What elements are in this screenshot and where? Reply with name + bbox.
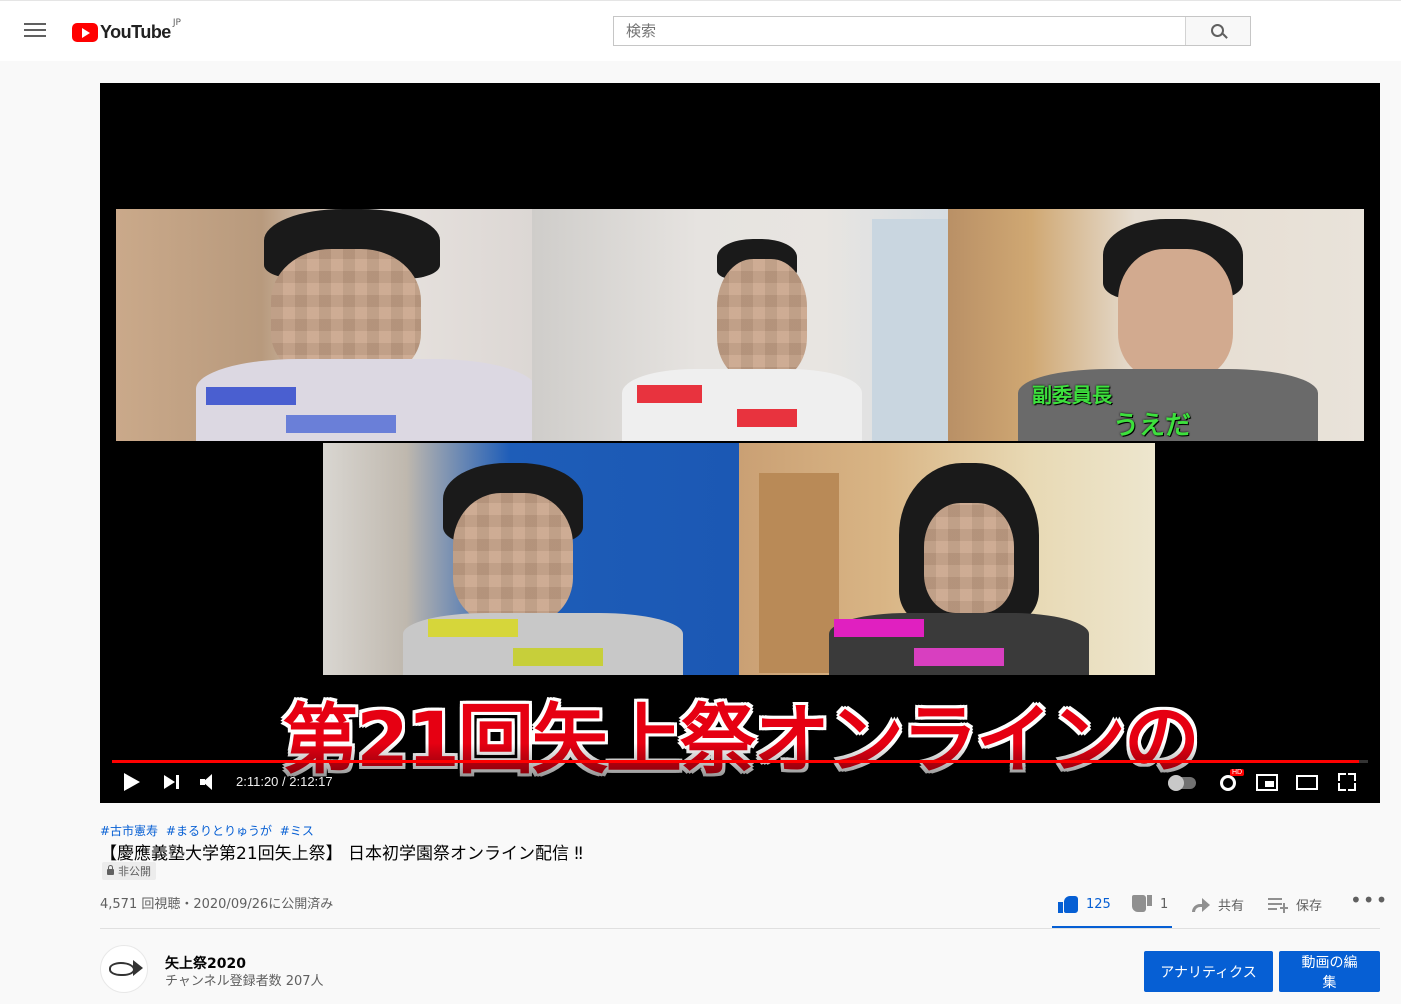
hashtag-link[interactable]: #古市憲寿: [100, 824, 158, 838]
like-count: 125: [1086, 896, 1111, 912]
share-label: 共有: [1218, 898, 1245, 914]
search-box: [613, 16, 1251, 46]
time-display: 2:11:20 / 2:12:17: [236, 774, 333, 789]
video-tile-5: [739, 443, 1155, 675]
privacy-badge: 非公開: [102, 862, 156, 880]
video-player[interactable]: 副委員長 うえだ 第21回矢上祭オンラインの 2:11:20 / 2:12:17…: [100, 83, 1380, 803]
video-meta: 4,571 回視聴・2020/09/26に公開済み: [100, 897, 334, 912]
youtube-logo[interactable]: YouTube JP: [72, 18, 181, 43]
share-icon: [1190, 896, 1210, 912]
hashtag-link[interactable]: #ミス: [280, 824, 314, 838]
gear-icon: [1220, 775, 1236, 791]
video-title: 【慶應義塾大学第21回矢上祭】 日本初学園祭オンライン配信 ‼: [100, 844, 583, 864]
edit-video-button[interactable]: 動画の編集: [1279, 951, 1380, 992]
dislike-button[interactable]: 1: [1132, 892, 1168, 916]
logo-text: YouTube: [100, 21, 171, 42]
video-tile-3: 副委員長 うえだ: [948, 209, 1364, 441]
more-actions-button[interactable]: •••: [1350, 888, 1388, 912]
search-input[interactable]: [614, 17, 1188, 45]
masthead: YouTube JP: [0, 0, 1401, 61]
video-tile-4: [323, 443, 739, 675]
youtube-play-icon: [72, 22, 98, 42]
pixelated-face: [924, 503, 1014, 613]
controls-bar: [100, 743, 1380, 803]
hashtags: #古市憲寿 #まるりとりゅうが #ミス: [100, 822, 318, 839]
playlist-add-icon: [1268, 897, 1288, 913]
search-button[interactable]: [1185, 17, 1250, 45]
video-tile-2: [532, 209, 948, 441]
save-label: 保存: [1296, 898, 1323, 914]
analytics-button[interactable]: アナリティクス: [1144, 951, 1273, 992]
divider: [100, 928, 1380, 929]
subscriber-count: チャンネル登録者数 207人: [165, 974, 324, 989]
lock-icon: [107, 865, 114, 875]
dislike-count: 1: [1160, 896, 1169, 912]
settings-button[interactable]: HD: [1218, 769, 1245, 793]
save-button[interactable]: 保存: [1268, 892, 1322, 916]
pixelated-face: [717, 259, 807, 379]
thumbs-up-icon: [1058, 895, 1078, 913]
thumbs-down-icon: [1132, 895, 1152, 913]
video-tile-1: [116, 209, 532, 441]
overlay-label-role: 副委員長: [1032, 383, 1112, 407]
theater-mode-button[interactable]: [1296, 775, 1318, 790]
progress-fill: [112, 760, 1360, 763]
play-button[interactable]: [124, 771, 142, 795]
miniplayer-button[interactable]: [1256, 774, 1278, 791]
logo-region: JP: [172, 18, 181, 28]
progress-bar[interactable]: [112, 760, 1368, 763]
overlay-label-name: うえだ: [1113, 411, 1192, 441]
like-button[interactable]: 125: [1058, 892, 1111, 916]
hashtag-link[interactable]: #まるりとりゅうが: [166, 824, 272, 838]
next-button[interactable]: [164, 771, 182, 795]
pixelated-face: [453, 493, 573, 623]
volume-icon[interactable]: [200, 771, 220, 795]
privacy-label: 非公開: [118, 865, 151, 878]
fish-logo-icon: [109, 962, 135, 976]
hd-badge: HD: [1230, 769, 1245, 776]
menu-icon[interactable]: [22, 19, 48, 43]
autoplay-toggle[interactable]: [1168, 775, 1196, 791]
fullscreen-button[interactable]: [1338, 773, 1356, 791]
face: [1118, 249, 1233, 379]
share-button[interactable]: 共有: [1190, 892, 1244, 916]
channel-avatar[interactable]: [100, 945, 148, 993]
